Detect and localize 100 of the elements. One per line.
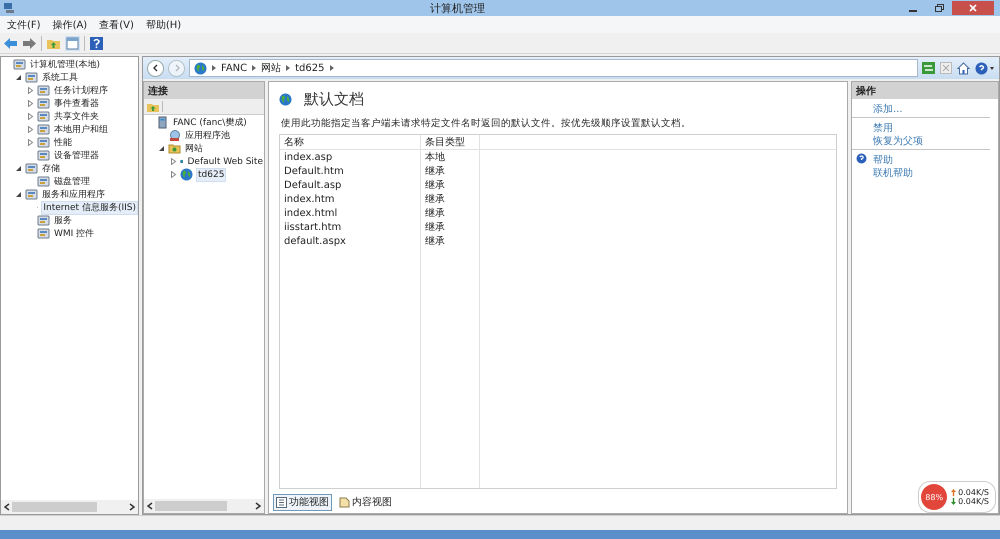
tree-item[interactable]: 性能 [53,136,73,148]
action-link[interactable]: 联机帮助 [873,166,913,180]
tree-item[interactable]: 计算机管理(本地) [29,58,102,70]
column-header[interactable]: 名称 [280,135,420,150]
chevron-icon [212,65,216,71]
globe-icon [194,62,207,74]
collapsed-arrow-icon[interactable] [27,100,34,107]
tree-item[interactable]: 网站 [184,142,204,154]
down-arrow-icon [951,498,956,505]
tree-item[interactable]: Internet 信息服务(IIS) [41,200,138,214]
up-arrow-icon [951,489,956,496]
table-cell-text: Default.asp [283,178,342,192]
view-tab[interactable]: 功能视图 [273,494,332,510]
chevron-icon [252,65,256,71]
table-cell-text: Default.htm [283,164,345,178]
forward-arrow-icon[interactable] [22,36,37,50]
close-button[interactable] [952,1,994,15]
download-rate: 0.04K/S [958,497,989,506]
tree-item[interactable]: 服务 [53,214,73,226]
table-cell-text: index.htm [283,192,336,206]
feature-description: 使用此功能指定当客户端未请求特定文件名时返回的默认文件。按优先级顺序设置默认文档。 [280,117,692,131]
view-tab[interactable]: 内容视图 [336,494,395,510]
help-icon [856,152,867,164]
tree-item[interactable]: 任务计划程序 [53,84,109,96]
tree-item[interactable]: 磁盘管理 [53,176,91,188]
table-cell-text: 继承 [424,234,446,248]
usage-gauge: 88% [921,484,948,510]
breadcrumb-item[interactable]: 网站 [261,61,282,75]
tree-item[interactable]: Default Web Site [186,156,264,168]
tree-item[interactable]: 设备管理器 [53,150,100,162]
table-cell-text: iisstart.htm [283,220,342,234]
folder-icon [168,142,181,155]
column-header[interactable]: 条目类型 [421,135,479,150]
menu-item[interactable]: 文件(F) [2,16,46,32]
panel-header: 操作 [852,82,998,99]
table-cell-text: 继承 [424,220,446,234]
tree-item[interactable]: FANC (fanc\樊成) [172,116,248,128]
collapsed-arrow-icon[interactable] [170,158,177,165]
tree-item[interactable]: 共享文件夹 [53,110,100,122]
action-link[interactable]: 恢复为父项 [873,134,923,148]
tree-item[interactable]: 系统工具 [41,72,79,84]
tree-item[interactable]: 应用程序池 [184,130,231,142]
horizontal-scrollbar[interactable] [1,500,138,514]
tree-item[interactable]: 存储 [41,162,61,174]
table-cell-text: 本地 [424,150,446,164]
expanded-arrow-icon[interactable] [158,145,165,152]
panel-header: 连接 [144,82,264,99]
collapsed-arrow-icon[interactable] [27,113,34,120]
document-icon [339,496,350,508]
address-bar[interactable]: FANC 网站 td625 [189,59,918,77]
tree-item[interactable]: 服务和应用程序 [41,188,106,200]
restore-icon [934,4,944,12]
horizontal-scrollbar[interactable] [144,499,264,513]
action-link[interactable]: 添加... [873,102,903,116]
network-icon[interactable] [922,62,935,74]
console-tree-icon[interactable] [65,36,80,50]
chevron-icon [286,65,290,71]
table-cell-text: default.aspx [283,234,347,248]
tree-item[interactable]: 本地用户和组 [53,124,109,136]
grid-icon [276,496,287,508]
tree-item[interactable]: td625 [196,168,226,182]
action-link[interactable]: 帮助 [873,152,893,166]
chevron-icon [330,65,334,71]
collapsed-arrow-icon[interactable] [27,126,34,133]
scroll-left-icon[interactable] [147,502,153,510]
breadcrumb-item[interactable]: FANC [221,62,248,74]
table-cell-text: 继承 [424,178,446,192]
collapsed-arrow-icon[interactable] [170,171,177,178]
table-cell-text: 继承 [424,192,446,206]
back-arrow-icon[interactable] [3,36,18,50]
action-link[interactable]: 禁用 [873,120,893,134]
home-icon[interactable] [957,62,970,74]
globe-icon [279,93,292,106]
back-button[interactable] [147,60,164,76]
scroll-right-icon[interactable] [129,503,135,511]
table-cell-text: 继承 [424,206,446,220]
menu-item[interactable]: 帮助(H) [140,16,186,32]
help-icon[interactable] [89,36,104,50]
upload-rate: 0.04K/S [958,488,989,497]
table-cell-text: 继承 [424,164,446,178]
server-icon [156,116,169,129]
app-icon [3,2,15,14]
breadcrumb-item[interactable]: td625 [295,62,324,74]
tree-item[interactable]: WMI 控件 [53,228,96,240]
scroll-left-icon[interactable] [4,503,10,511]
close-icon [969,4,977,12]
scroll-right-icon[interactable] [255,502,261,510]
expanded-arrow-icon[interactable] [15,165,22,172]
tree-item[interactable]: 事件查看器 [53,98,100,110]
help-dropdown-icon[interactable] [975,62,995,74]
pool-icon [168,129,181,142]
collapsed-arrow-icon[interactable] [27,139,34,146]
expanded-arrow-icon[interactable] [15,74,22,81]
expanded-arrow-icon[interactable] [15,191,22,198]
window-title: 计算机管理 [429,0,486,16]
menu-item[interactable]: 查看(V) [94,16,139,32]
table-cell-text: index.asp [283,150,334,164]
table-cell-text: index.html [283,206,338,220]
collapsed-arrow-icon[interactable] [27,87,34,94]
menu-item[interactable]: 操作(A) [48,16,92,32]
